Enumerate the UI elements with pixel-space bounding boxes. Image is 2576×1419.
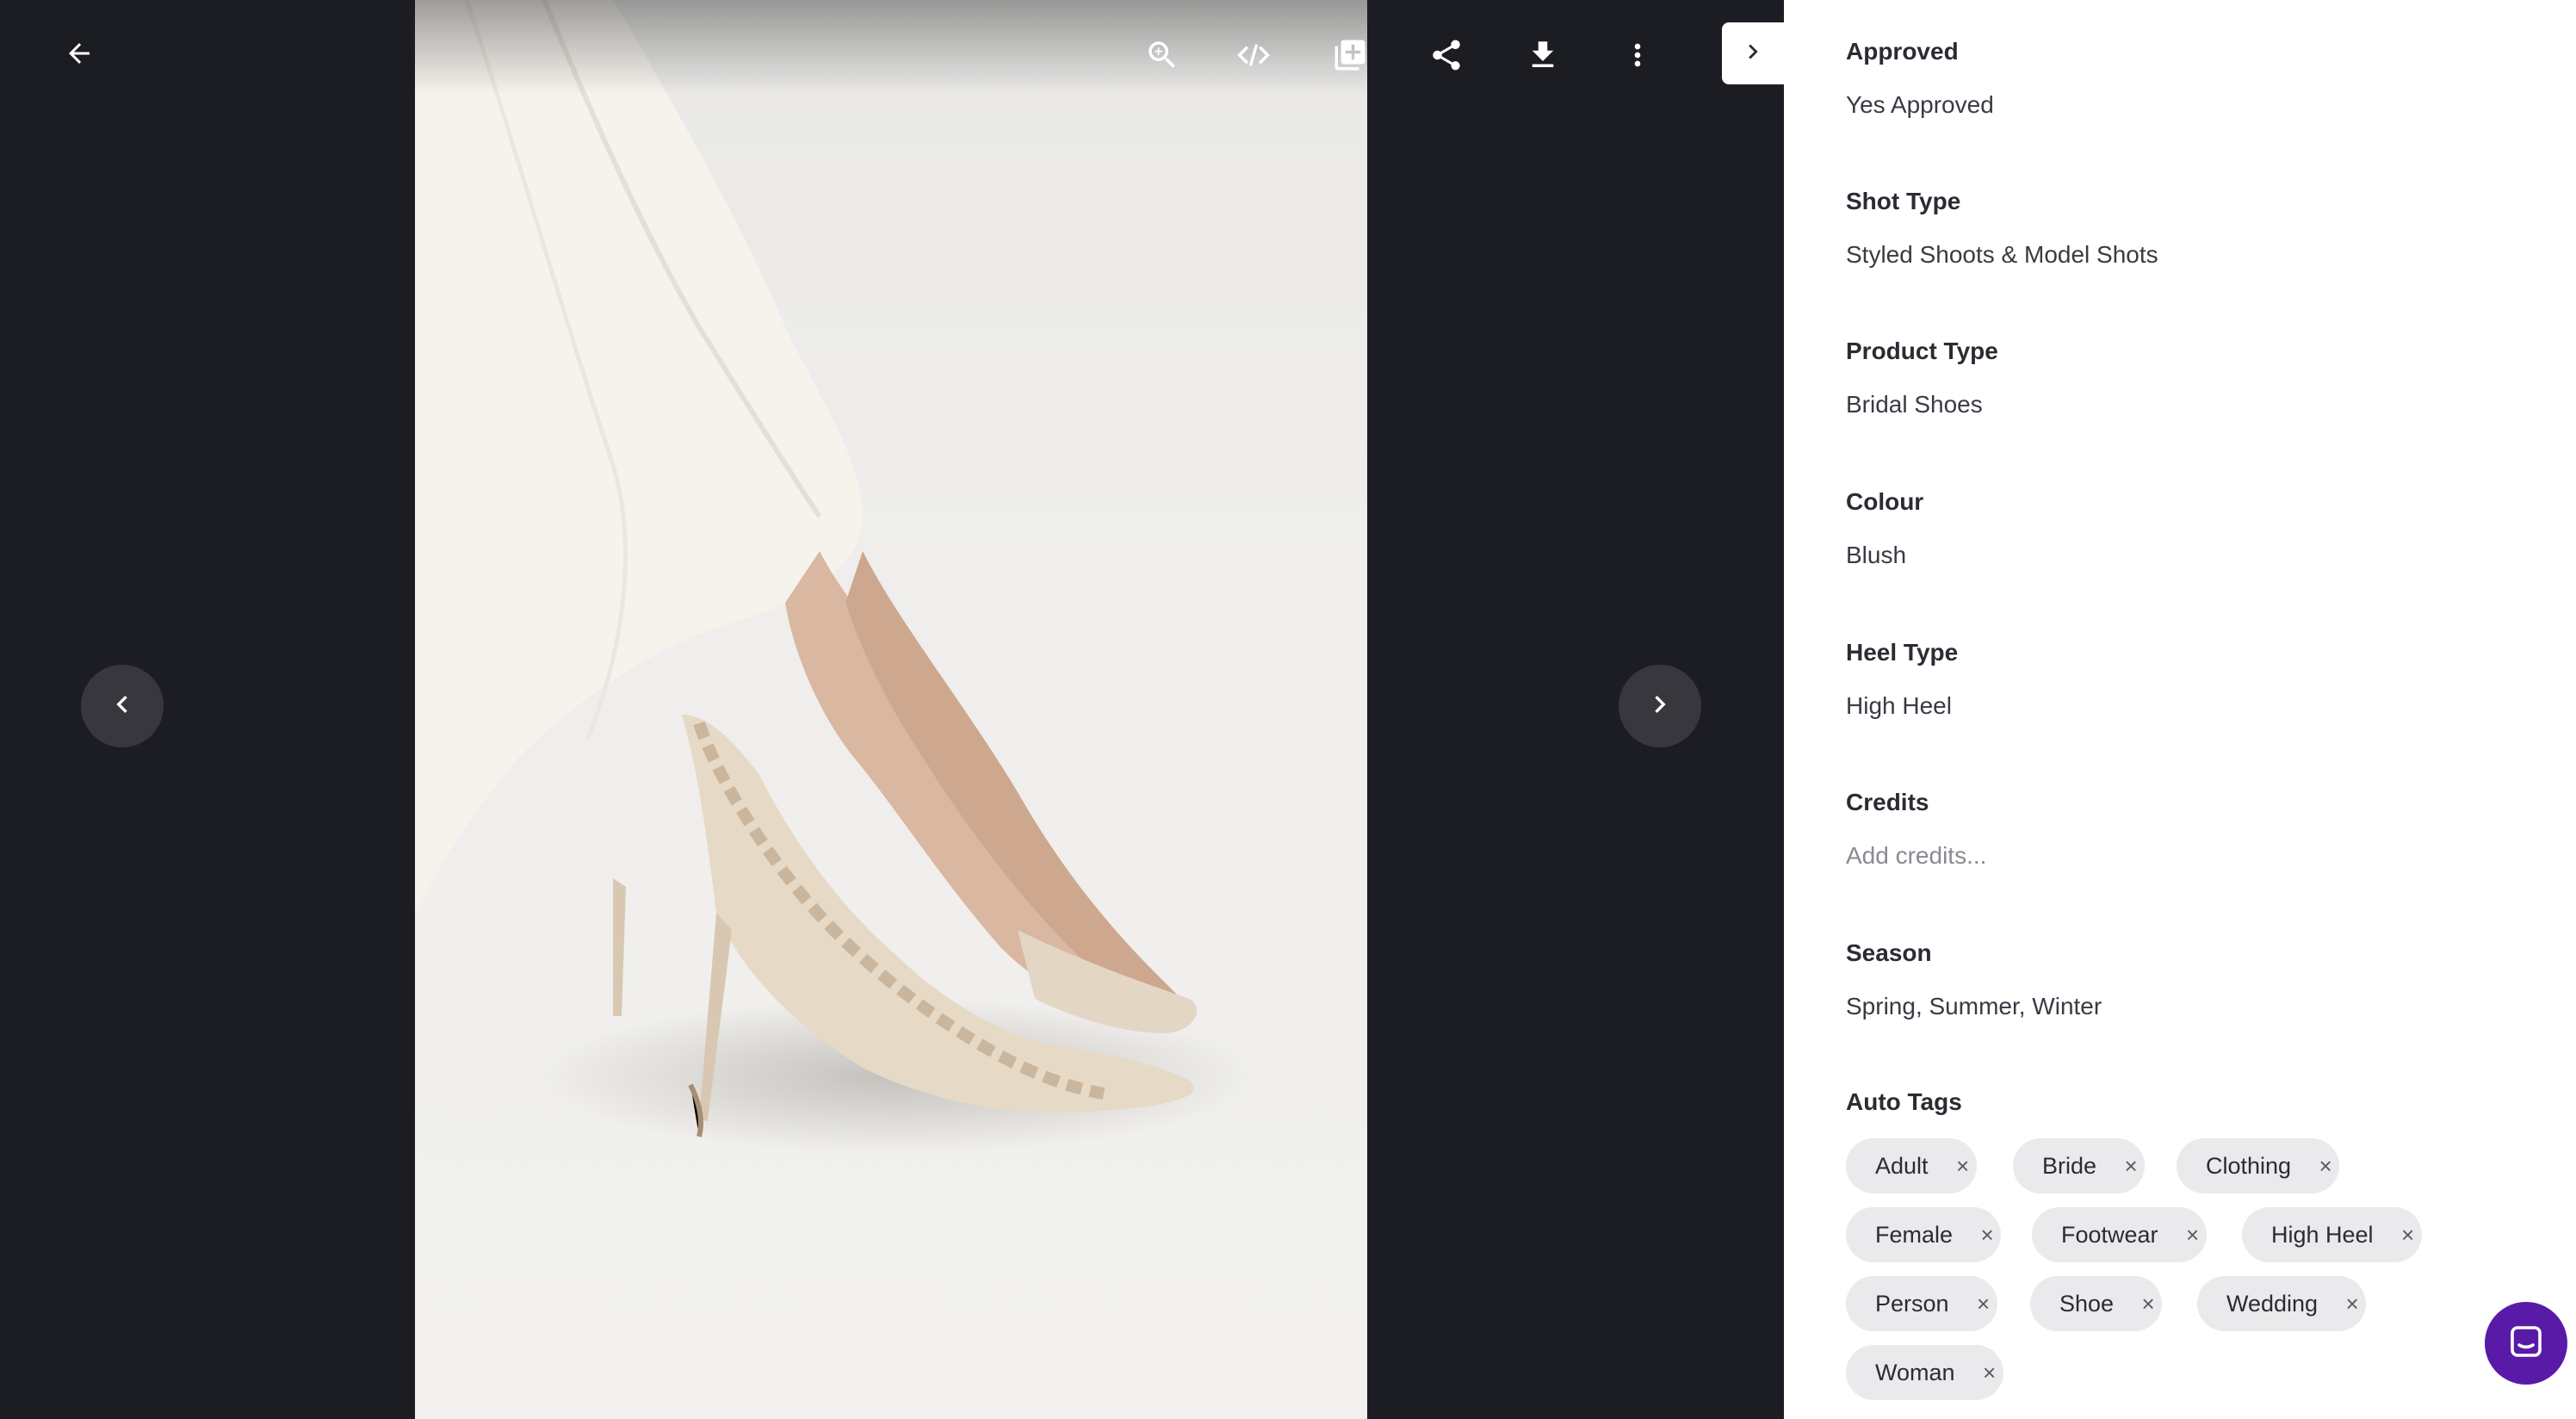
field-value[interactable]: Spring, Summer, Winter: [1846, 991, 2102, 1022]
more-vertical-icon[interactable]: [1619, 34, 1656, 76]
share-icon[interactable]: [1426, 34, 1467, 76]
tag-chip: Clothing ×: [2177, 1138, 2340, 1193]
field-label: Shot Type: [1846, 188, 1961, 214]
remove-tag-icon[interactable]: ×: [2134, 1291, 2162, 1317]
tag-label: Female: [1875, 1221, 1954, 1248]
field-value[interactable]: Bridal Shoes: [1846, 389, 1998, 420]
field-colour: Colour Blush: [1846, 486, 1923, 571]
remove-tag-icon[interactable]: ×: [2312, 1153, 2339, 1180]
remove-tag-icon[interactable]: ×: [2179, 1222, 2207, 1249]
tag-label: Person: [1875, 1290, 1949, 1317]
field-auto-tags: Auto Tags: [1846, 1087, 1962, 1118]
field-product-type: Product Type Bridal Shoes: [1846, 336, 1998, 420]
tag-chip: Wedding ×: [2197, 1276, 2367, 1331]
collapse-panel-button[interactable]: [1722, 22, 1784, 84]
zoom-in-icon[interactable]: [1142, 34, 1183, 76]
field-value[interactable]: Yes Approved: [1846, 90, 1994, 121]
field-credits: Credits Add credits...: [1846, 787, 1986, 871]
next-image-button[interactable]: [1619, 665, 1701, 747]
remove-tag-icon[interactable]: ×: [2394, 1222, 2422, 1249]
field-value[interactable]: Styled Shoots & Model Shots: [1846, 239, 2158, 270]
remove-tag-icon[interactable]: ×: [1949, 1153, 1977, 1180]
field-value[interactable]: Blush: [1846, 540, 1923, 571]
tag-chip: Adult ×: [1846, 1138, 1977, 1193]
tag-chip: Person ×: [1846, 1276, 1997, 1331]
product-photo: [415, 0, 1367, 1419]
tag-chip: Female ×: [1846, 1207, 2002, 1262]
remove-tag-icon[interactable]: ×: [2117, 1153, 2145, 1180]
tag-chip: Shoe ×: [2030, 1276, 2163, 1331]
tag-chip: Woman ×: [1846, 1345, 2003, 1400]
tag-label: High Heel: [2271, 1221, 2374, 1248]
field-label: Heel Type: [1846, 639, 1959, 666]
viewer-toolbar: [0, 0, 1784, 110]
chevron-left-icon: [105, 687, 139, 726]
chat-launcher-button[interactable]: [2485, 1302, 2567, 1385]
tag-label: Wedding: [2226, 1290, 2319, 1317]
tag-label: Bride: [2042, 1152, 2097, 1179]
tag-label: Footwear: [2061, 1221, 2158, 1248]
remove-tag-icon[interactable]: ×: [1973, 1222, 2001, 1249]
code-embed-icon[interactable]: [1231, 34, 1276, 76]
download-icon[interactable]: [1522, 34, 1564, 76]
tag-label: Clothing: [2206, 1152, 2292, 1179]
field-label: Colour: [1846, 488, 1924, 515]
remove-tag-icon[interactable]: ×: [2338, 1291, 2366, 1317]
image-viewer: [0, 0, 1784, 1419]
auto-tags-label: Auto Tags: [1846, 1088, 1962, 1115]
tag-label: Adult: [1875, 1152, 1929, 1179]
remove-tag-icon[interactable]: ×: [1976, 1360, 2003, 1386]
credits-input[interactable]: Add credits...: [1846, 840, 1986, 871]
field-approved: Approved Yes Approved: [1846, 36, 1994, 121]
field-heel-type: Heel Type High Heel: [1846, 637, 1958, 722]
tag-chip: High Heel ×: [2242, 1207, 2422, 1262]
field-label: Season: [1846, 939, 1932, 966]
details-panel: Approved Yes Approved Shot Type Styled S…: [1784, 0, 2576, 1419]
field-season: Season Spring, Summer, Winter: [1846, 938, 2102, 1022]
field-label: Credits: [1846, 789, 1929, 815]
remove-tag-icon[interactable]: ×: [1970, 1291, 1997, 1317]
tag-label: Woman: [1875, 1359, 1955, 1385]
tag-chip: Footwear ×: [2032, 1207, 2207, 1262]
field-value[interactable]: High Heel: [1846, 691, 1958, 722]
chevron-right-icon: [1738, 37, 1768, 71]
field-shot-type: Shot Type Styled Shoots & Model Shots: [1846, 186, 2158, 270]
tag-label: Shoe: [2059, 1290, 2115, 1317]
add-to-collection-icon[interactable]: [1329, 34, 1371, 76]
tag-chip: Bride ×: [2013, 1138, 2146, 1193]
chat-icon: [2505, 1321, 2547, 1366]
chevron-right-icon: [1643, 687, 1677, 726]
previous-image-button[interactable]: [81, 665, 164, 747]
field-label: Product Type: [1846, 338, 1998, 364]
back-arrow-icon[interactable]: [60, 34, 98, 72]
field-label: Approved: [1846, 38, 1959, 65]
